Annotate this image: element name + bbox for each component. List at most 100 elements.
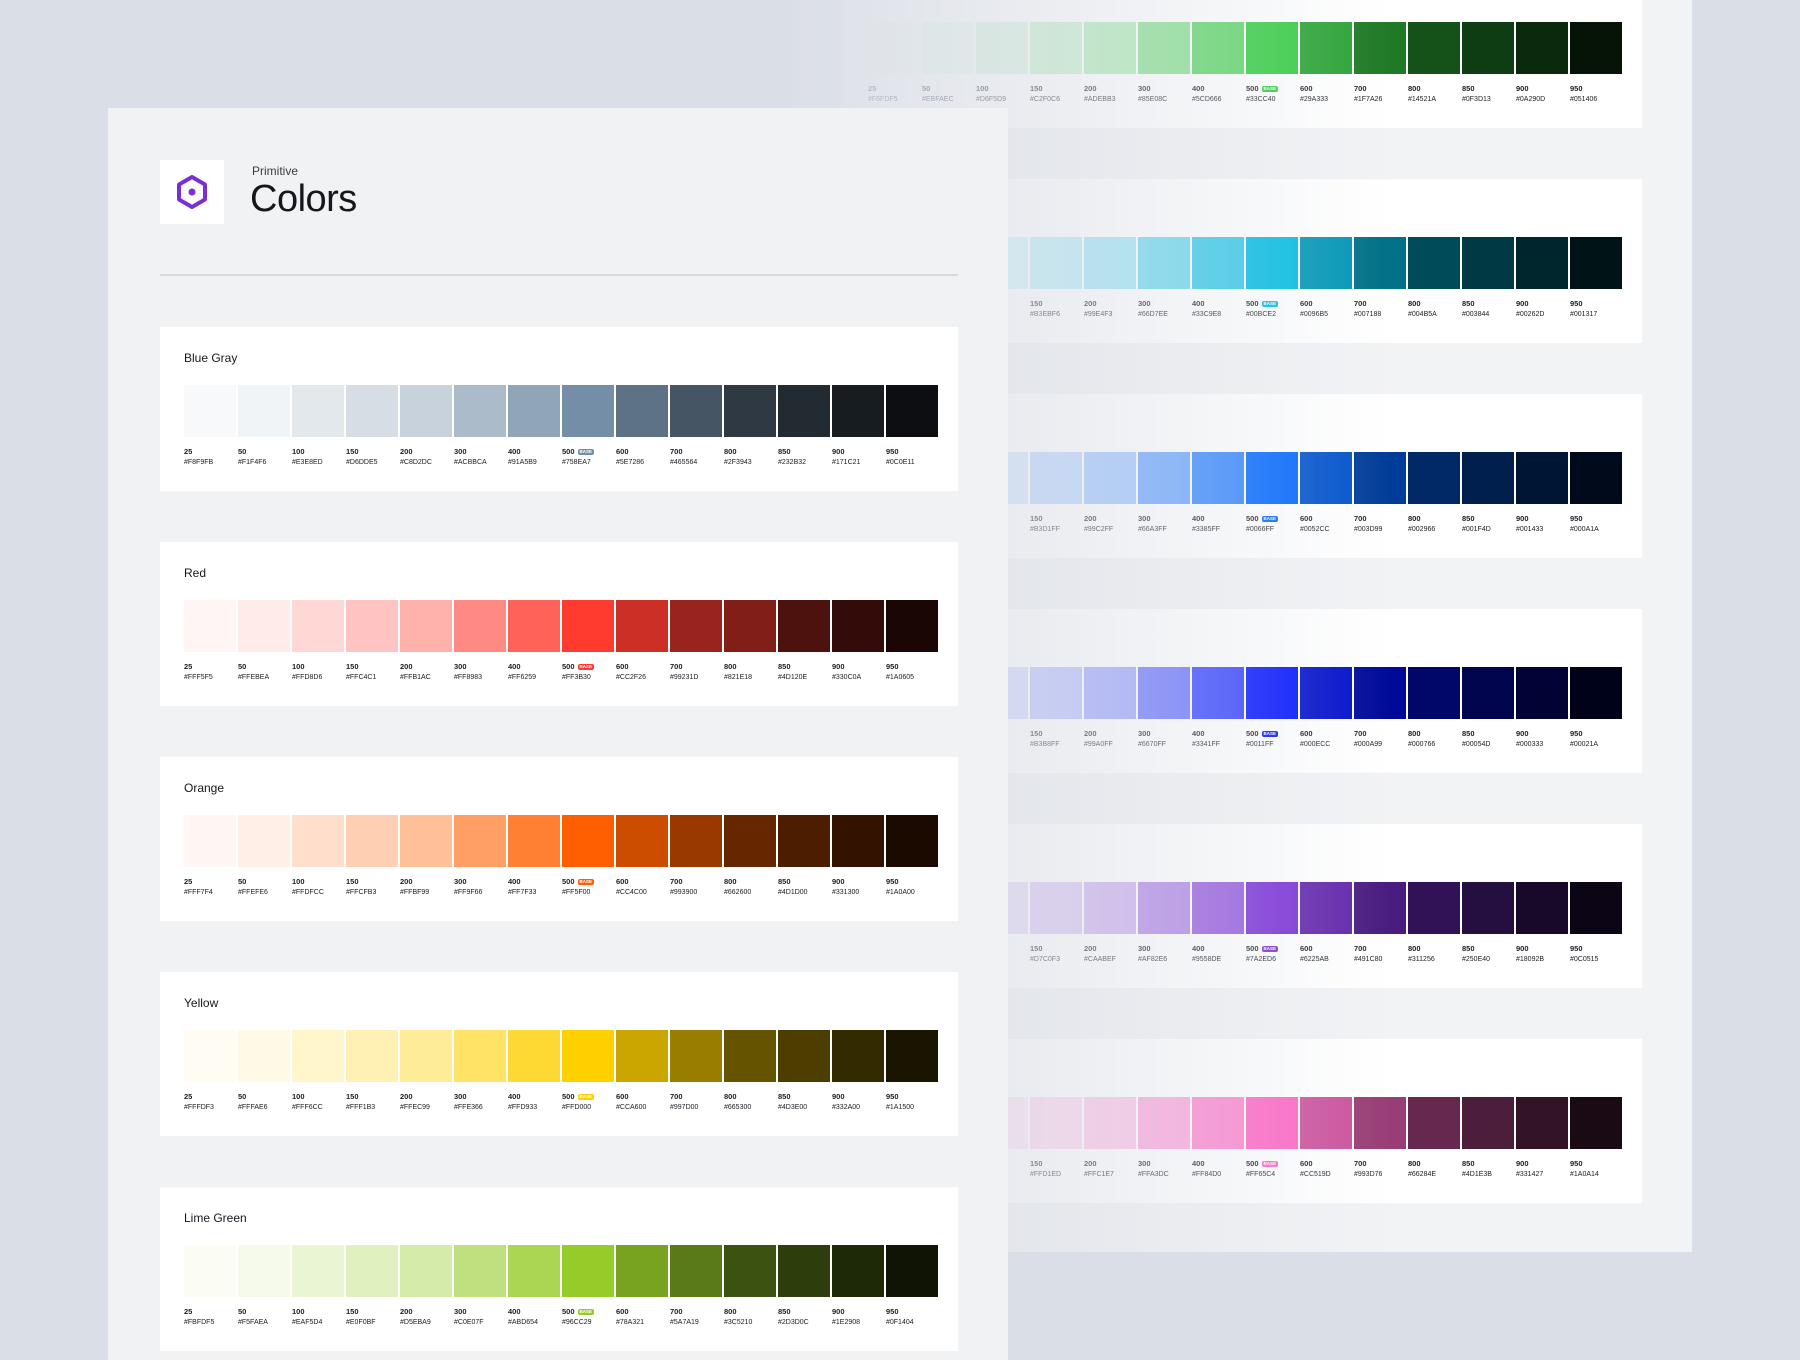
swatch-label-row: 25 #F6FDF5 50 #EBFAEC 100 #D6F5D9 150 #C2F0C6 20… <box>868 83 1624 105</box>
color-swatch <box>184 600 236 652</box>
color-swatch <box>1246 882 1298 934</box>
swatch-label: 50 #F1F4F6 <box>238 446 292 468</box>
swatch-label: 900 #330C0A <box>832 661 886 683</box>
swatch-hex: #FFD1ED <box>1030 1171 1062 1178</box>
swatch-hex: #14521A <box>1408 96 1437 103</box>
swatch-step: 300 <box>1138 84 1151 93</box>
swatch-row <box>868 22 1622 74</box>
swatch-step: 600 <box>1300 729 1313 738</box>
swatch-step: 800 <box>1408 299 1421 308</box>
swatch-hex: #F8F9FB <box>184 459 214 466</box>
swatch-label: 850 #003844 <box>1462 298 1516 320</box>
swatch-label: 700 #491C80 <box>1354 943 1408 965</box>
color-swatch <box>184 815 236 867</box>
swatch-hex: #18092B <box>1516 956 1545 963</box>
swatch-label: 300 #C0E07F <box>454 1306 508 1328</box>
swatch-row <box>184 1030 938 1082</box>
color-swatch <box>922 22 974 74</box>
swatch-label: 200 #FFC1E7 <box>1084 1158 1138 1180</box>
swatch-hex: #FFF6CC <box>292 1104 323 1111</box>
swatch-hex: #91A5B9 <box>508 459 537 466</box>
swatch-label: 25 #F6FDF5 <box>868 83 922 105</box>
swatch-step: 50 <box>922 84 931 93</box>
swatch-label-row: 25 #FBFDF5 50 #F5FAEA 100 #EAF5D4 150 #E0F0BF 20… <box>184 1306 940 1328</box>
color-swatch <box>1138 452 1190 504</box>
swatch-hex: #000ECC <box>1300 741 1331 748</box>
color-swatch <box>886 1245 938 1297</box>
swatch-label: 200 #99C2FF <box>1084 513 1138 535</box>
swatch-label: 300 #66A3FF <box>1138 513 1192 535</box>
color-swatch <box>1246 452 1298 504</box>
color-swatch <box>508 1030 560 1082</box>
color-swatch <box>238 815 290 867</box>
swatch-step: 500 <box>1246 729 1259 738</box>
swatch-step: 500 <box>1246 299 1259 308</box>
swatch-hex: #0052CC <box>1300 526 1330 533</box>
swatch-step: 800 <box>1408 84 1421 93</box>
swatch-hex: #33CC40 <box>1246 96 1276 103</box>
swatch-hex: #0F3D13 <box>1462 96 1491 103</box>
swatch-hex: #E3E8ED <box>292 459 323 466</box>
swatch-label: 25 #FFFDF3 <box>184 1091 238 1113</box>
swatch-step: 850 <box>778 1307 791 1316</box>
swatch-hex: #FFF5F5 <box>184 674 213 681</box>
swatch-step: 50 <box>238 1092 247 1101</box>
swatch-label: 500 BASE #96CC29 <box>562 1306 616 1328</box>
swatch-label: 200 #99A0FF <box>1084 728 1138 750</box>
swatch-label: 600 #5E7286 <box>616 446 670 468</box>
base-badge: BASE <box>577 1093 595 1100</box>
swatch-step: 850 <box>1462 944 1475 953</box>
swatch-step: 700 <box>1354 944 1367 953</box>
swatch-hex: #CC2F26 <box>616 674 646 681</box>
swatch-hex: #FFD8D6 <box>292 674 323 681</box>
swatch-label: 800 #3C5210 <box>724 1306 778 1328</box>
swatch-label: 400 #3341FF <box>1192 728 1246 750</box>
swatch-hex: #3385FF <box>1192 526 1221 533</box>
swatch-step: 400 <box>1192 729 1205 738</box>
swatch-hex: #00021A <box>1570 741 1599 748</box>
swatch-hex: #1A0A00 <box>886 889 915 896</box>
base-badge: BASE <box>577 448 595 455</box>
swatch-label: 300 #ACBBCA <box>454 446 508 468</box>
swatch-label: 150 #FFF1B3 <box>346 1091 400 1113</box>
color-swatch <box>562 1030 614 1082</box>
color-swatch <box>724 1030 776 1082</box>
swatch-row <box>184 1245 938 1297</box>
swatch-label: 25 #FFF5F5 <box>184 661 238 683</box>
color-swatch <box>616 815 668 867</box>
color-swatch <box>1300 22 1352 74</box>
swatch-hex: #5A7A19 <box>670 1319 699 1326</box>
color-swatch <box>454 600 506 652</box>
swatch-label: 700 #000A99 <box>1354 728 1408 750</box>
swatch-hex: #99E4F3 <box>1084 311 1113 318</box>
swatch-step: 950 <box>1570 514 1583 523</box>
swatch-step: 900 <box>832 1092 845 1101</box>
swatch-step: 150 <box>1030 1159 1043 1168</box>
color-swatch <box>1408 882 1460 934</box>
swatch-hex: #FFFAE6 <box>238 1104 268 1111</box>
swatch-hex: #78A321 <box>616 1319 645 1326</box>
front-palette-page: Primitive Colors Blue Gray 25 #F8F9FB 50 #F1… <box>108 108 1008 1360</box>
swatch-step: 850 <box>778 1092 791 1101</box>
swatch-hex: #007188 <box>1354 311 1382 318</box>
swatch-hex: #C2F0C6 <box>1030 96 1060 103</box>
swatch-label: 900 #331300 <box>832 876 886 898</box>
color-swatch <box>292 815 344 867</box>
palette-name: Lime Green <box>184 1211 247 1225</box>
swatch-hex: #CAABEF <box>1084 956 1116 963</box>
swatch-hex: #0011FF <box>1246 741 1274 748</box>
swatch-label: 850 #232B32 <box>778 446 832 468</box>
swatch-step: 900 <box>1516 729 1529 738</box>
swatch-hex: #FFE366 <box>454 1104 483 1111</box>
swatch-step: 100 <box>292 877 305 886</box>
color-swatch <box>670 1030 722 1082</box>
swatch-step: 900 <box>832 662 845 671</box>
swatch-label: 150 #C2F0C6 <box>1030 83 1084 105</box>
swatch-hex: #FF9F66 <box>454 889 483 896</box>
swatch-hex: #1A1500 <box>886 1104 915 1111</box>
color-swatch <box>1516 452 1568 504</box>
swatch-label: 700 #003D99 <box>1354 513 1408 535</box>
swatch-label: 100 #FFF6CC <box>292 1091 346 1113</box>
swatch-step: 50 <box>238 662 247 671</box>
swatch-step: 950 <box>886 447 899 456</box>
